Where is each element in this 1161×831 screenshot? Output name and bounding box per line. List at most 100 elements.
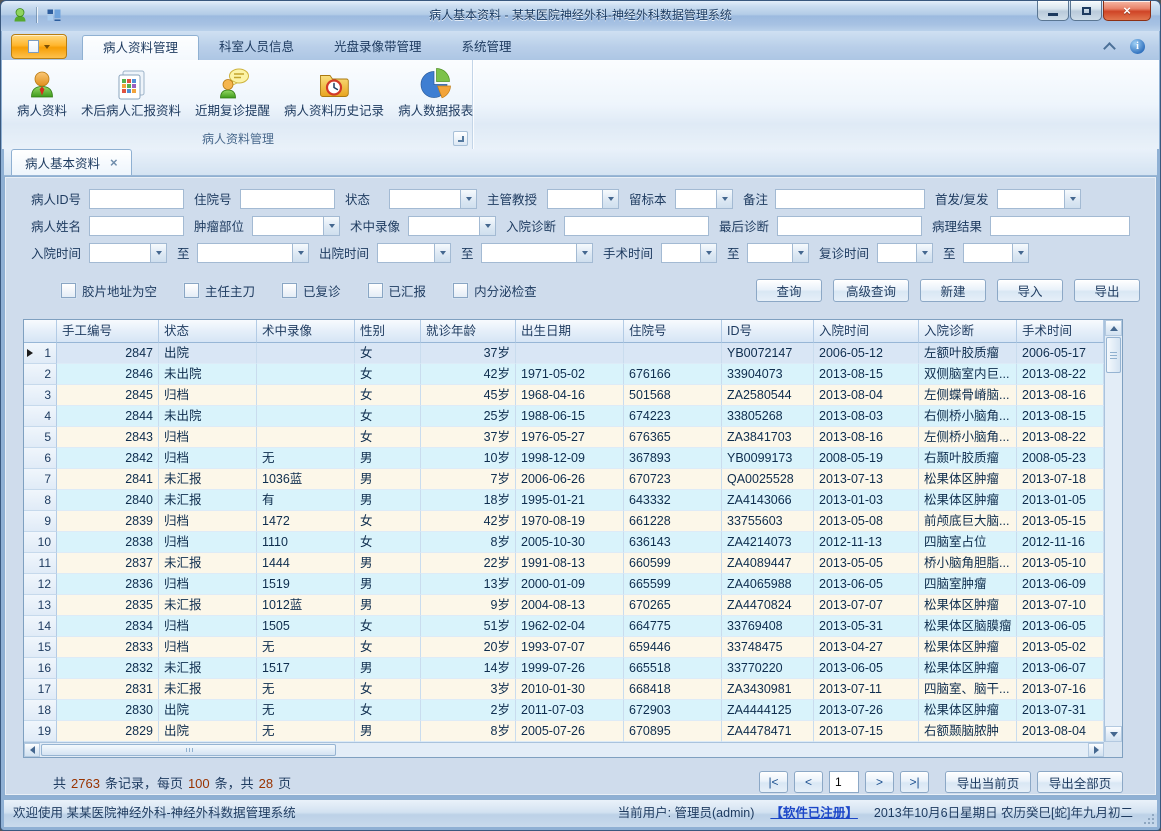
search-button[interactable]: 查询 (756, 279, 822, 302)
combo-box[interactable] (877, 243, 933, 263)
row-header[interactable]: 1 (24, 343, 57, 364)
filter-checkbox[interactable]: 已复诊 (282, 281, 341, 300)
export-button[interactable]: 导出 (1074, 279, 1140, 302)
filter-checkbox[interactable]: 内分泌检查 (453, 281, 537, 300)
combo-arrow-button[interactable] (1012, 244, 1028, 262)
table-row[interactable]: 62842归档无男10岁1998-12-09367893YB0099173200… (24, 448, 1104, 469)
dialog-launcher-icon[interactable] (453, 131, 468, 146)
prev-page-button[interactable]: < (794, 771, 823, 793)
column-header[interactable]: 出生日期 (516, 320, 624, 343)
row-header[interactable]: 17 (24, 679, 57, 700)
resize-grip[interactable] (1143, 813, 1154, 824)
row-header[interactable]: 10 (24, 532, 57, 553)
ribbon-collapse-icon[interactable] (1103, 42, 1116, 55)
combo-box[interactable] (997, 189, 1081, 209)
vertical-scrollbar[interactable] (1104, 320, 1122, 742)
filter-checkbox[interactable]: 主任主刀 (184, 281, 255, 300)
text-input[interactable] (89, 189, 184, 209)
text-input[interactable] (990, 216, 1130, 236)
table-row[interactable]: 142834归档1505女51岁1962-02-0466477533769408… (24, 616, 1104, 637)
row-header[interactable]: 2 (24, 364, 57, 385)
combo-box[interactable] (661, 243, 717, 263)
table-row[interactable]: 182830出院无女2岁2011-07-03672903ZA4444125201… (24, 700, 1104, 721)
status-registered-link[interactable]: 【软件已注册】 (770, 800, 858, 826)
ribbon-button[interactable]: 术后病人汇报资料 (74, 64, 188, 122)
filter-checkbox[interactable]: 已汇报 (368, 281, 427, 300)
combo-box[interactable] (89, 243, 167, 263)
table-row[interactable]: 102838归档1110女8岁2005-10-30636143ZA4214073… (24, 532, 1104, 553)
new-button[interactable]: 新建 (920, 279, 986, 302)
combo-arrow-button[interactable] (716, 190, 732, 208)
combo-arrow-button[interactable] (434, 244, 450, 262)
row-header[interactable]: 18 (24, 700, 57, 721)
combo-arrow-button[interactable] (460, 190, 476, 208)
scroll-left-button[interactable] (24, 743, 40, 757)
combo-box[interactable] (389, 189, 477, 209)
table-row[interactable]: 72841未汇报1036蓝男7岁2006-06-26670723QA002552… (24, 469, 1104, 490)
column-header[interactable]: 入院诊断 (919, 320, 1017, 343)
combo-box[interactable] (408, 216, 496, 236)
row-header[interactable]: 9 (24, 511, 57, 532)
column-header[interactable]: 手工编号 (57, 320, 159, 343)
ribbon-button[interactable]: 近期复诊提醒 (188, 64, 277, 122)
combo-box[interactable] (963, 243, 1029, 263)
doc-tab-patient-basic-info[interactable]: 病人基本资料 × (11, 149, 132, 175)
tab-close-icon[interactable]: × (110, 156, 118, 169)
combo-box[interactable] (252, 216, 340, 236)
row-header[interactable]: 6 (24, 448, 57, 469)
horizontal-scrollbar[interactable] (24, 742, 1104, 757)
advanced-search-button[interactable]: 高级查询 (833, 279, 909, 302)
table-row[interactable]: 92839归档1472女42岁1970-08-19661228337556032… (24, 511, 1104, 532)
combo-arrow-button[interactable] (916, 244, 932, 262)
table-row[interactable]: 12847出院女37岁YB00721472006-05-12左额叶胶质瘤2006… (24, 343, 1104, 364)
table-row[interactable]: 132835未汇报1012蓝男9岁2004-08-13670265ZA44708… (24, 595, 1104, 616)
row-header[interactable]: 5 (24, 427, 57, 448)
row-header[interactable]: 3 (24, 385, 57, 406)
column-header[interactable]: 性别 (355, 320, 421, 343)
column-header[interactable]: ID号 (722, 320, 814, 343)
filter-checkbox[interactable]: 胶片地址为空 (61, 281, 157, 300)
combo-arrow-button[interactable] (1064, 190, 1080, 208)
row-header[interactable]: 4 (24, 406, 57, 427)
combo-arrow-button[interactable] (700, 244, 716, 262)
column-header[interactable]: 住院号 (624, 320, 722, 343)
text-input[interactable] (775, 189, 925, 209)
table-row[interactable]: 122836归档1519男13岁2000-01-09665599ZA406598… (24, 574, 1104, 595)
table-row[interactable]: 172831未汇报无女3岁2010-01-30668418ZA343098120… (24, 679, 1104, 700)
ribbon-tab[interactable]: 系统管理 (442, 35, 532, 60)
import-button[interactable]: 导入 (997, 279, 1063, 302)
page-input[interactable] (829, 771, 859, 793)
column-header[interactable]: 手术时间 (1017, 320, 1104, 343)
vertical-scrollbar-thumb[interactable] (1106, 337, 1121, 373)
combo-box[interactable] (377, 243, 451, 263)
row-header[interactable]: 16 (24, 658, 57, 679)
scroll-down-button[interactable] (1105, 726, 1122, 742)
last-page-button[interactable]: >| (900, 771, 929, 793)
horizontal-scrollbar-thumb[interactable] (41, 744, 336, 756)
combo-box[interactable] (675, 189, 733, 209)
row-header[interactable]: 14 (24, 616, 57, 637)
maximize-button[interactable] (1070, 1, 1102, 21)
info-icon[interactable] (1130, 39, 1145, 54)
combo-arrow-button[interactable] (602, 190, 618, 208)
first-page-button[interactable]: |< (759, 771, 788, 793)
combo-box[interactable] (747, 243, 809, 263)
row-header[interactable]: 12 (24, 574, 57, 595)
row-header[interactable]: 19 (24, 721, 57, 742)
row-header[interactable]: 13 (24, 595, 57, 616)
column-header[interactable]: 术中录像 (257, 320, 355, 343)
ribbon-tab[interactable]: 光盘录像带管理 (314, 35, 442, 60)
row-header[interactable]: 8 (24, 490, 57, 511)
export-current-page-button[interactable]: 导出当前页 (945, 771, 1031, 793)
scroll-up-button[interactable] (1105, 320, 1122, 336)
table-row[interactable]: 42844未出院女25岁1988-06-15674223338052682013… (24, 406, 1104, 427)
scroll-right-button[interactable] (1088, 743, 1104, 757)
table-row[interactable]: 192829出院无男8岁2005-07-26670895ZA4478471201… (24, 721, 1104, 742)
column-header[interactable]: 入院时间 (814, 320, 919, 343)
close-button[interactable]: × (1103, 1, 1151, 21)
ribbon-tab[interactable]: 科室人员信息 (199, 35, 314, 60)
ribbon-button[interactable]: 病人资料历史记录 (277, 64, 391, 122)
combo-arrow-button[interactable] (479, 217, 495, 235)
combo-arrow-button[interactable] (292, 244, 308, 262)
text-input[interactable] (89, 216, 184, 236)
